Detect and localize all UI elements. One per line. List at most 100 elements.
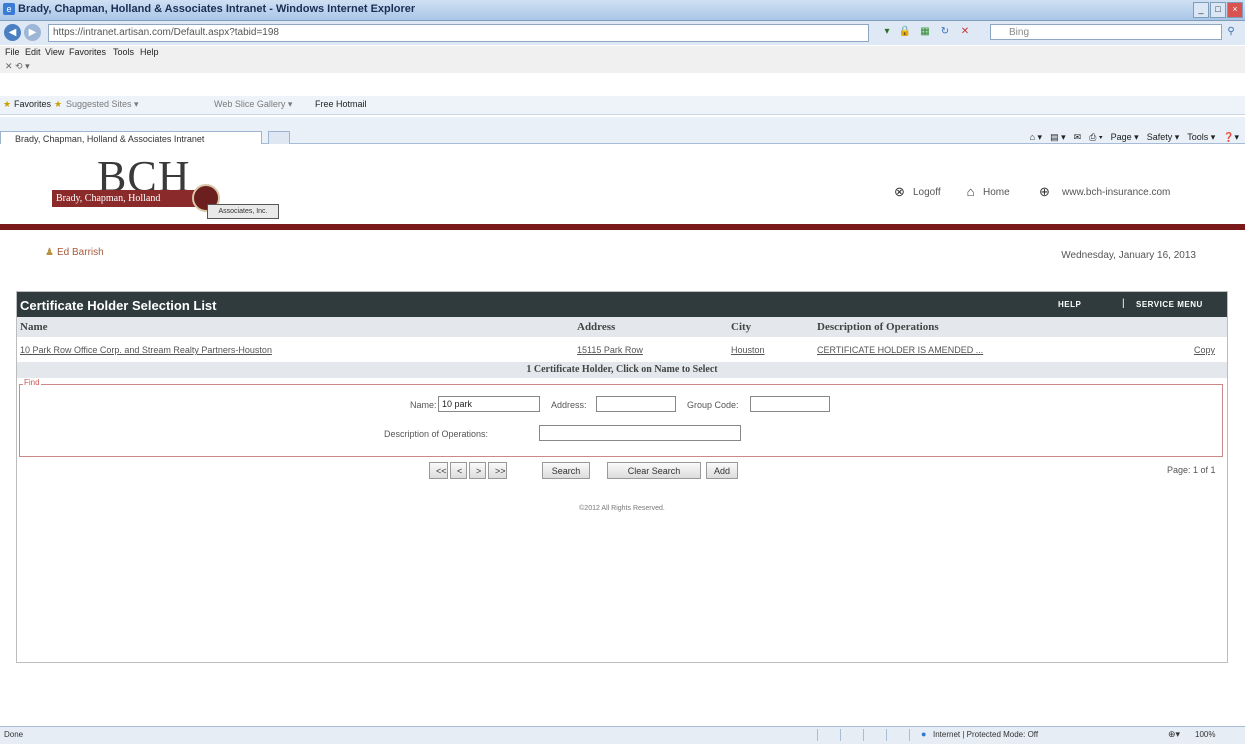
menu-help[interactable]: Help [140, 47, 159, 57]
safety-menu[interactable]: Safety ▾ [1147, 132, 1180, 143]
prev-page-button[interactable]: < [450, 462, 467, 479]
logo-assoc: Associates, Inc. [207, 204, 279, 219]
last-page-button[interactable]: >> [488, 462, 507, 479]
holder-name-link[interactable]: 10 Park Row Office Corp. and Stream Real… [20, 345, 272, 355]
add-button[interactable]: Add [706, 462, 738, 479]
status-divider [909, 729, 910, 741]
clear-search-button[interactable]: Clear Search [607, 462, 701, 479]
help-icon[interactable]: ❓▾ [1223, 132, 1239, 143]
page-content: BCH Brady, Chapman, Holland Associates, … [0, 144, 1245, 726]
security-zone[interactable]: Internet | Protected Mode: Off [933, 730, 1038, 739]
status-divider [840, 729, 841, 741]
menu-tools[interactable]: Tools [113, 47, 134, 57]
stop-icon[interactable]: ✕ [958, 25, 972, 39]
close-button[interactable]: × [1227, 2, 1243, 18]
menu-view[interactable]: View [45, 47, 64, 57]
ie-app-icon: e [3, 3, 15, 15]
holder-description-link[interactable]: CERTIFICATE HOLDER IS AMENDED ... [817, 345, 983, 355]
globe-icon[interactable]: ⊕ [1037, 184, 1052, 199]
status-divider [886, 729, 887, 741]
menu-bar: File Edit View Favorites Tools Help [0, 46, 1245, 61]
copy-link[interactable]: Copy [1194, 345, 1215, 355]
forward-button[interactable]: ▶ [24, 24, 41, 41]
mail-icon[interactable]: ✉ [1074, 132, 1082, 143]
col-description[interactable]: Description of Operations [817, 321, 939, 333]
find-fieldset: Find Name: Address: Group Code: Descript… [19, 378, 1223, 457]
menu-edit[interactable]: Edit [25, 47, 41, 57]
status-divider [863, 729, 864, 741]
logoff-icon[interactable]: ⊗ [892, 184, 907, 199]
status-text: Done [4, 730, 24, 739]
col-city[interactable]: City [731, 321, 751, 333]
add-favorite-icon[interactable]: ★ [54, 99, 62, 110]
free-hotmail-link[interactable]: Free Hotmail [315, 99, 367, 109]
dropdown-icon[interactable]: ▾ [880, 25, 894, 39]
favorites-bar: ★ Favorites ★ Suggested Sites ▾ Web Slic… [0, 96, 1245, 115]
refresh-icon[interactable]: ↻ [938, 25, 952, 39]
favorites-button[interactable]: Favorites [14, 99, 51, 109]
search-button[interactable]: Search [542, 462, 590, 479]
tab-bar: Brady, Chapman, Holland & Associates Int… [0, 117, 1245, 145]
suggested-sites-link[interactable]: Suggested Sites ▾ [66, 99, 139, 110]
protected-mode-icon[interactable]: ⊕▾ [1168, 729, 1180, 740]
table-row: 10 Park Row Office Corp. and Stream Real… [17, 339, 1227, 361]
group-code-label: Group Code: [687, 400, 739, 410]
home-icon[interactable]: ⌂ [963, 184, 978, 199]
menu-file[interactable]: File [5, 47, 20, 57]
result-count-bar: 1 Certificate Holder, Click on Name to S… [17, 362, 1227, 378]
compat-view-icon[interactable]: ▦ [918, 25, 932, 39]
web-slice-gallery-link[interactable]: Web Slice Gallery ▾ [214, 99, 292, 110]
address-label: Address: [551, 400, 587, 410]
browser-tab[interactable]: Brady, Chapman, Holland & Associates Int… [0, 131, 262, 145]
print-icon[interactable]: ⎙ ▾ [1089, 132, 1102, 143]
feeds-icon[interactable]: ▤ ▾ [1050, 132, 1066, 143]
next-page-button[interactable]: > [469, 462, 486, 479]
description-input[interactable] [539, 425, 741, 441]
new-tab-button[interactable] [268, 131, 290, 145]
logoff-link[interactable]: Logoff [913, 187, 941, 198]
name-label: Name: [410, 400, 437, 410]
name-input[interactable] [438, 396, 540, 412]
star-icon: ★ [3, 99, 12, 109]
window-title: Brady, Chapman, Holland & Associates Int… [18, 3, 416, 15]
url-field[interactable]: https://intranet.artisan.com/Default.asp… [48, 24, 869, 42]
copyright: ©2012 All Rights Reserved. [579, 505, 665, 512]
lock-icon[interactable]: 🔒 [898, 25, 912, 39]
address-input[interactable] [596, 396, 676, 412]
window-controls: _ □ × [1193, 2, 1243, 18]
first-page-button[interactable]: << [429, 462, 448, 479]
website-link[interactable]: www.bch-insurance.com [1062, 187, 1170, 198]
search-input[interactable]: Bing [990, 24, 1222, 40]
col-name[interactable]: Name [20, 321, 48, 333]
holder-city-link[interactable]: Houston [731, 345, 765, 355]
search-icon[interactable]: ⚲ [1223, 24, 1239, 40]
status-bar: Done ● Internet | Protected Mode: Off ⊕▾… [0, 726, 1245, 744]
zoom-level[interactable]: 100% [1195, 730, 1215, 739]
maximize-button[interactable]: □ [1210, 2, 1226, 18]
table-header: Name Address City Description of Operati… [17, 317, 1227, 337]
back-button[interactable]: ◀ [4, 24, 21, 41]
home-icon[interactable]: ⌂ ▾ [1030, 132, 1042, 143]
user-icon: ♟ [45, 247, 54, 258]
menu-favorites[interactable]: Favorites [69, 47, 106, 57]
current-date: Wednesday, January 16, 2013 [1061, 250, 1196, 261]
service-menu-link[interactable]: SERVICE MENU [1136, 300, 1203, 309]
col-address[interactable]: Address [577, 321, 615, 333]
certificate-holder-panel: Certificate Holder Selection List HELP |… [16, 291, 1228, 663]
minimize-button[interactable]: _ [1193, 2, 1209, 18]
globe-zone-icon: ● [921, 729, 927, 739]
description-label: Description of Operations: [384, 429, 489, 439]
page-menu[interactable]: Page ▾ [1111, 132, 1139, 143]
address-bar-row: ◀ ▶ https://intranet.artisan.com/Default… [0, 21, 1245, 45]
result-count: 1 Certificate Holder, Click on Name to S… [526, 364, 718, 375]
convert-icon[interactable]: ✕ ⟲ ▾ [5, 61, 30, 72]
page-info: Page: 1 of 1 [1167, 465, 1216, 475]
group-code-input[interactable] [750, 396, 830, 412]
command-bar: ⌂ ▾ ▤ ▾ ✉ ⎙ ▾ Page ▾ Safety ▾ Tools ▾ ❓▾ [1030, 132, 1239, 143]
help-link[interactable]: HELP [1058, 300, 1081, 309]
user-name[interactable]: Ed Barrish [57, 247, 104, 258]
holder-address-link[interactable]: 15115 Park Row [577, 345, 643, 355]
status-divider [817, 729, 818, 741]
home-link[interactable]: Home [983, 187, 1010, 198]
tools-menu[interactable]: Tools ▾ [1187, 132, 1215, 143]
